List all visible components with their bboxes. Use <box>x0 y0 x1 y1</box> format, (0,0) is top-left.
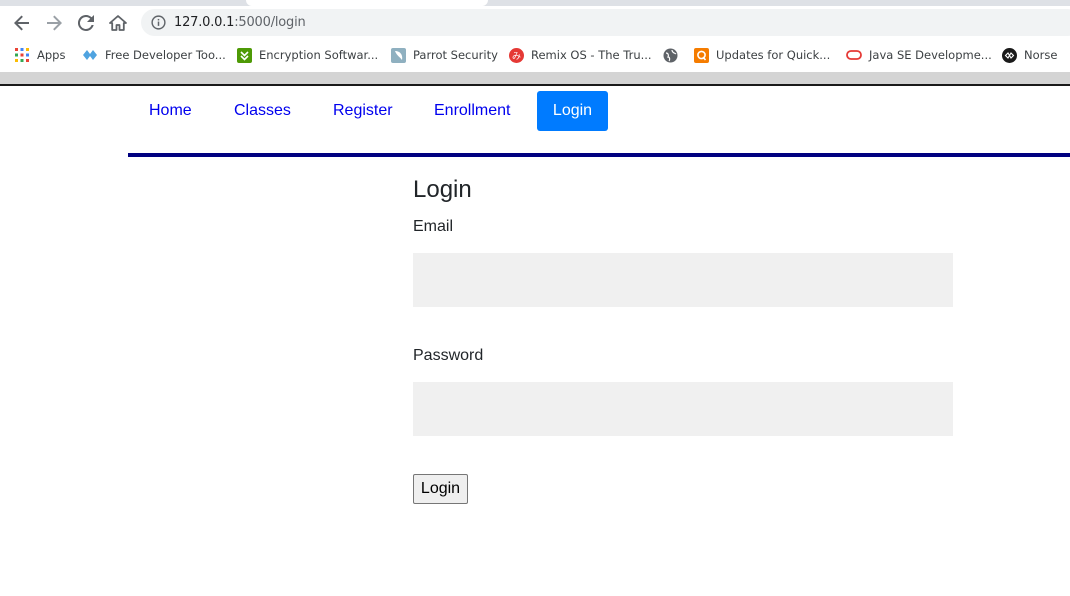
bookmark-label: Apps <box>37 48 66 62</box>
bookmark-label: Java SE Developme... <box>869 48 992 62</box>
bookmark-label: Norse <box>1024 48 1058 62</box>
bookmark-java-se[interactable]: Java SE Developme... <box>846 46 992 64</box>
back-button[interactable] <box>12 13 32 33</box>
bookmark-label: Parrot Security <box>413 48 498 62</box>
login-submit-button[interactable]: Login <box>413 474 468 504</box>
url-host: 127.0.0.1 <box>174 15 235 30</box>
norse-icon <box>1001 47 1017 63</box>
home-icon <box>109 15 127 31</box>
nav-login[interactable]: Login <box>537 91 608 131</box>
bookmark-updates-for-quick[interactable]: Updates for Quick... <box>693 46 830 64</box>
reload-button[interactable] <box>76 13 96 33</box>
forward-arrow-icon <box>47 15 62 31</box>
encryption-icon <box>236 47 252 63</box>
browser-toolbar: 127.0.0.1:5000/login <box>0 6 1070 38</box>
oracle-icon <box>846 47 862 63</box>
nav-enrollment[interactable]: Enrollment <box>422 91 522 131</box>
svg-text:み: み <box>511 51 520 62</box>
forward-button[interactable] <box>44 13 64 33</box>
info-icon[interactable] <box>151 15 166 30</box>
password-field[interactable] <box>413 382 953 436</box>
developer-tools-icon <box>82 47 98 63</box>
bookmark-parrot-security[interactable]: Parrot Security <box>390 46 498 64</box>
quick-updates-icon <box>693 47 709 63</box>
parrot-icon <box>390 47 406 63</box>
remix-os-icon: み <box>508 47 524 63</box>
bookmark-label: Free Developer Too... <box>105 48 226 62</box>
url-path: :5000/login <box>234 15 306 30</box>
password-label: Password <box>413 347 484 364</box>
url-text: 127.0.0.1:5000/login <box>174 15 306 30</box>
address-bar[interactable]: 127.0.0.1:5000/login <box>141 9 1070 36</box>
bookmark-label: Remix OS - The Tru... <box>531 48 652 62</box>
bookmark-apps[interactable]: Apps <box>14 46 65 64</box>
bookmark-label: Encryption Softwar... <box>259 48 379 62</box>
globe-icon <box>662 47 678 63</box>
bookmark-globe[interactable] <box>662 46 685 64</box>
email-field[interactable] <box>413 253 953 307</box>
bookmark-norse[interactable]: Norse <box>1001 46 1057 64</box>
apps-grid-icon <box>14 47 30 63</box>
reload-icon <box>78 15 94 31</box>
bookmark-label: Updates for Quick... <box>716 48 831 62</box>
bookmark-remix-os[interactable]: み Remix OS - The Tru... <box>508 46 652 64</box>
nav-register[interactable]: Register <box>321 91 405 131</box>
bookmark-encryption-software[interactable]: Encryption Softwar... <box>236 46 378 64</box>
site-nav: Home Classes Register Enrollment Login <box>128 86 1070 157</box>
nav-home[interactable]: Home <box>137 91 204 131</box>
page-title: Login <box>413 176 472 203</box>
bookmark-free-developer-tools[interactable]: Free Developer Too... <box>82 46 226 64</box>
nav-classes[interactable]: Classes <box>222 91 303 131</box>
email-label: Email <box>413 218 454 235</box>
page-top-strip <box>0 72 1070 84</box>
back-arrow-icon <box>14 15 29 31</box>
bookmarks-bar: Apps Free Developer Too... Encryption So… <box>0 40 1070 70</box>
home-button[interactable] <box>108 13 128 33</box>
